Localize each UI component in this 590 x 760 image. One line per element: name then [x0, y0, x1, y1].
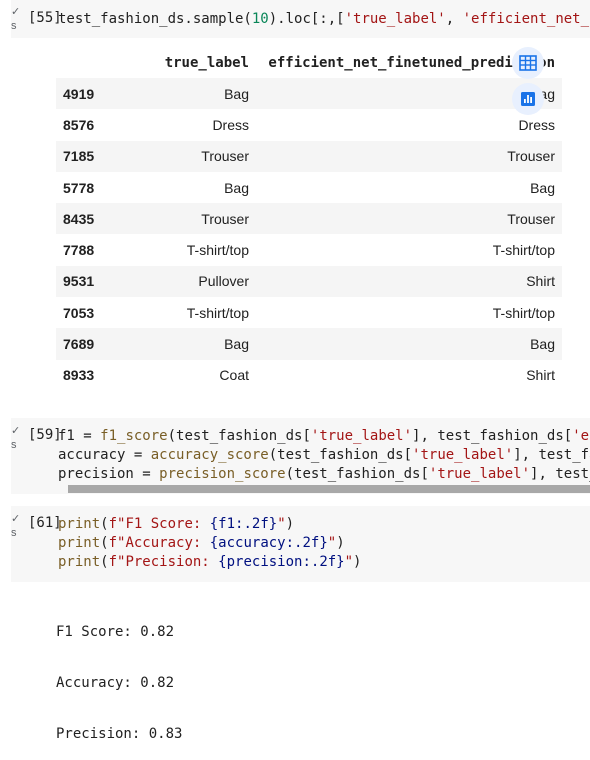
- prediction-cell: Trouser: [256, 140, 562, 172]
- index-header: [56, 47, 120, 78]
- code-block[interactable]: f1 = f1_score(test_fashion_ds['true_labe…: [58, 427, 590, 484]
- table-row: 5778 Bag Bag: [56, 172, 562, 203]
- table-row: 8933 Coat Shirt: [56, 360, 562, 391]
- table-row: 9531 Pullover Shirt: [56, 265, 562, 298]
- true-label-cell: T-shirt/top: [186, 304, 249, 321]
- table-row: 7053 T-shirt/top T-shirt/top: [56, 297, 562, 328]
- true-label-cell: Dress: [212, 116, 249, 133]
- prediction-cell: Shirt: [256, 265, 562, 298]
- table-row: 8576 Dress Dress: [56, 109, 562, 140]
- table-row: 7689 Bag Bag: [56, 328, 562, 360]
- execution-count: [59]: [28, 427, 62, 443]
- prediction-cell: Trouser: [256, 203, 562, 235]
- true-label-cell: Bag: [120, 328, 256, 360]
- prediction-cell: Dress: [518, 116, 555, 133]
- checkmark-icon: ✓: [11, 6, 21, 18]
- row-index: 5778: [63, 179, 95, 196]
- code-line[interactable]: test_fashion_ds.sample(10).loc[:,['true_…: [58, 10, 590, 29]
- table-header-row: true_label efficient_net_finetuned_predi…: [56, 47, 562, 78]
- true-label-cell: Bag: [120, 78, 256, 110]
- row-index: 7185: [56, 140, 120, 172]
- code-cell-55[interactable]: ✓ s [55] test_fashion_ds.sample(10).loc[…: [11, 0, 590, 38]
- true-label-cell: Trouser: [120, 140, 256, 172]
- execution-time: s: [11, 20, 17, 32]
- code-block[interactable]: print(f"F1 Score: {f1:.2f}") print(f"Acc…: [58, 515, 361, 572]
- code-cell-61[interactable]: ✓ s [61] print(f"F1 Score: {f1:.2f}") pr…: [11, 506, 590, 582]
- table-row: 8435 Trouser Trouser: [56, 203, 562, 235]
- execution-count: [61]: [28, 515, 62, 531]
- execution-time: s: [11, 439, 17, 451]
- prediction-cell: T-shirt/top: [492, 242, 555, 259]
- output-line: F1 Score: 0.82: [56, 624, 175, 640]
- execution-count: [55]: [28, 10, 62, 26]
- horizontal-scrollbar[interactable]: [68, 485, 590, 493]
- row-index: 8576: [63, 116, 95, 133]
- true-label-cell: Coat: [219, 367, 249, 384]
- table-row: 7788 T-shirt/top T-shirt/top: [56, 234, 562, 265]
- true-label-cell: T-shirt/top: [186, 242, 249, 259]
- execution-time: s: [11, 527, 17, 539]
- cell-output: F1 Score: 0.82 Accuracy: 0.82 Precision:…: [56, 590, 182, 760]
- checkmark-icon: ✓: [11, 425, 21, 437]
- prediction-cell: T-shirt/top: [492, 304, 555, 321]
- bar-chart-icon[interactable]: [512, 83, 544, 115]
- row-index: 8435: [56, 203, 120, 235]
- checkmark-icon: ✓: [11, 513, 21, 525]
- row-index: 8933: [63, 367, 95, 384]
- prediction-cell: Bag: [256, 328, 562, 360]
- dataframe-table: true_label efficient_net_finetuned_predi…: [56, 47, 562, 391]
- table-row: 7185 Trouser Trouser: [56, 140, 562, 172]
- true-label-cell: Bag: [224, 179, 249, 196]
- table-row: 4919BagBag: [56, 78, 562, 110]
- row-index: 7053: [63, 304, 95, 321]
- prediction-cell: Bag: [530, 179, 555, 196]
- row-index: 9531: [56, 265, 120, 298]
- prediction-cell: Shirt: [526, 367, 555, 384]
- row-index: 7788: [63, 242, 95, 259]
- output-line: Precision: 0.83: [56, 726, 183, 742]
- row-index: 7689: [56, 328, 120, 360]
- table-icon[interactable]: [512, 47, 544, 79]
- code-cell-59[interactable]: ✓ s [59] f1 = f1_score(test_fashion_ds['…: [11, 418, 590, 494]
- true-label-cell: Pullover: [120, 265, 256, 298]
- row-index: 4919: [56, 78, 120, 110]
- column-header: true_label: [164, 54, 249, 71]
- output-line: Accuracy: 0.82: [56, 675, 175, 691]
- true-label-cell: Trouser: [120, 203, 256, 235]
